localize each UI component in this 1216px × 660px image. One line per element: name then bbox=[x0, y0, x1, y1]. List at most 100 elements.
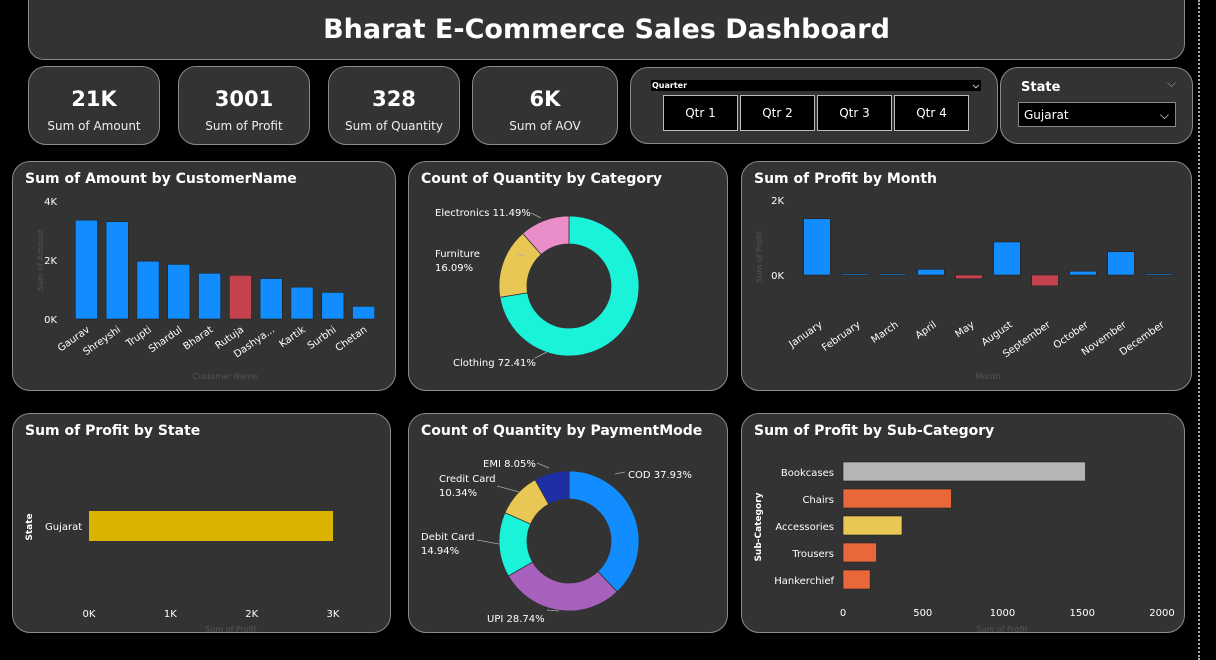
y-axis-title: Sub-Category bbox=[754, 492, 764, 561]
bar bbox=[75, 219, 98, 320]
donut-slice bbox=[568, 470, 640, 593]
bar bbox=[229, 275, 252, 320]
y-tick-label: Trousers bbox=[791, 549, 834, 560]
slice-label: Debit Card bbox=[421, 532, 474, 543]
slice-label: UPI 28.74% bbox=[487, 614, 545, 625]
panel-profit-by-state[interactable]: Sum of Profit by State State Gujarat 0K 1K 2… bbox=[12, 413, 391, 634]
bar bbox=[917, 269, 945, 276]
x-tick-label: 500 bbox=[913, 608, 932, 619]
bar bbox=[1069, 270, 1097, 276]
quarter-button-q3[interactable]: Qtr 3 bbox=[817, 95, 892, 131]
bar bbox=[842, 569, 871, 590]
chart-quantity-by-payment: COD 37.93% UPI 28.74% Debit Card 14.94% Cred… bbox=[421, 459, 692, 625]
y-tick-label: 2K bbox=[771, 196, 784, 207]
x-axis-title: Sum of Profit bbox=[205, 625, 257, 634]
bar bbox=[321, 292, 345, 320]
kpi-value: 3001 bbox=[214, 87, 274, 111]
kpi-card-aov: 6K Sum of AOV bbox=[472, 66, 618, 145]
kpi-label: Sum of Amount bbox=[47, 119, 141, 133]
bar bbox=[352, 306, 375, 320]
x-tick-label: February bbox=[820, 319, 863, 353]
bar bbox=[290, 286, 314, 320]
y-tick-label: Accessories bbox=[775, 522, 834, 533]
chevron-down-icon[interactable]: ⌵ bbox=[1167, 76, 1176, 91]
quarter-slicer: Quarter ⌵ Qtr 1 Qtr 2 Qtr 3 Qtr 4 bbox=[630, 67, 998, 144]
y-axis-title: Sum of Amount bbox=[36, 229, 45, 291]
leader-line bbox=[476, 539, 500, 545]
kpi-value: 6K bbox=[529, 87, 561, 111]
bar bbox=[198, 272, 221, 320]
bar bbox=[842, 461, 1086, 482]
kpi-card-amount: 21K Sum of Amount bbox=[28, 66, 160, 145]
bar bbox=[1145, 273, 1173, 276]
y-axis-title: State bbox=[25, 513, 35, 540]
x-tick-label: April bbox=[914, 319, 939, 341]
panel-profit-by-month[interactable]: Sum of Profit by Month 2K 0K Sum of Profit… bbox=[741, 161, 1192, 391]
chart-profit-by-state: State Gujarat 0K 1K 2K 3K Sum of Profit bbox=[25, 511, 340, 634]
bar bbox=[803, 218, 831, 276]
y-tick-label: 2K bbox=[44, 256, 57, 267]
x-tick-label: Kartik bbox=[278, 324, 308, 350]
chart-profit-by-month: 2K 0K Sum of Profit Month JanuaryFebruary Mar… bbox=[755, 196, 1173, 381]
leader-line bbox=[534, 351, 548, 359]
quarter-button-q4[interactable]: Qtr 4 bbox=[894, 95, 969, 131]
chevron-down-icon: ⌵ bbox=[1159, 108, 1169, 122]
chart-profit-by-subcategory: Sub-Category Bookcases Chairs Accessories Tr… bbox=[754, 461, 1175, 634]
y-tick-label: Hankerchief bbox=[774, 576, 834, 587]
dashboard-title: Bharat E-Commerce Sales Dashboard bbox=[323, 14, 890, 45]
x-tick-label: March bbox=[869, 319, 900, 345]
kpi-card-quantity: 328 Sum of Quantity bbox=[328, 66, 460, 145]
bar bbox=[105, 221, 129, 320]
leader-line bbox=[536, 462, 550, 469]
kpi-label: Sum of Quantity bbox=[345, 119, 443, 133]
x-axis-title: Month bbox=[975, 372, 1000, 381]
state-selected-value: Gujarat bbox=[1024, 108, 1069, 122]
dashboard-header: Bharat E-Commerce Sales Dashboard bbox=[28, 0, 1185, 60]
quarter-button-q2[interactable]: Qtr 2 bbox=[740, 95, 815, 131]
panel-profit-by-subcategory[interactable]: Sum of Profit by Sub-Category Sub-Catego… bbox=[741, 413, 1185, 634]
kpi-label: Sum of AOV bbox=[509, 119, 581, 133]
kpi-card-profit: 3001 Sum of Profit bbox=[178, 66, 310, 145]
bar bbox=[136, 260, 160, 320]
state-slicer: State ⌵ Gujarat ⌵ bbox=[1000, 67, 1193, 144]
page-boundary-divider bbox=[1198, 0, 1200, 660]
x-tick-label: 0 bbox=[840, 608, 846, 619]
x-tick-label: January bbox=[787, 319, 825, 350]
bar bbox=[842, 488, 952, 509]
x-axis-title: Sum of Profit bbox=[976, 625, 1028, 634]
quarter-slicer-header[interactable]: Quarter ⌵ bbox=[651, 80, 981, 91]
panel-quantity-by-category[interactable]: Count of Quantity by Category Clothing 7… bbox=[408, 161, 728, 391]
slice-label: Furniture bbox=[435, 249, 480, 260]
state-dropdown[interactable]: Gujarat ⌵ bbox=[1018, 102, 1176, 127]
x-tick-label: Shardul bbox=[147, 324, 185, 355]
chart-quantity-by-category: Clothing 72.41% Furniture 16.09% Electronic… bbox=[435, 208, 640, 369]
panel-quantity-by-payment[interactable]: Count of Quantity by PaymentMode COD 37.… bbox=[408, 413, 728, 633]
state-slicer-label: State bbox=[1021, 80, 1061, 95]
y-tick-label: Chairs bbox=[802, 495, 834, 506]
chevron-down-icon[interactable]: ⌵ bbox=[973, 80, 979, 91]
leader-line bbox=[614, 471, 626, 475]
kpi-value: 328 bbox=[372, 87, 416, 111]
slice-label: Clothing 72.41% bbox=[453, 358, 536, 369]
slice-label: 10.34% bbox=[439, 488, 477, 499]
bar bbox=[1031, 274, 1059, 287]
y-axis-title: Sum of Profit bbox=[755, 231, 764, 283]
y-tick-label: Bookcases bbox=[781, 468, 834, 479]
bar bbox=[841, 273, 869, 276]
quarter-button-q1[interactable]: Qtr 1 bbox=[663, 95, 738, 131]
panel-amount-by-customer[interactable]: Sum of Amount by CustomerName 0K 2K 4K Sum … bbox=[12, 161, 396, 391]
y-tick-label: 0K bbox=[771, 271, 784, 282]
slice-label: Credit Card bbox=[439, 474, 496, 485]
bar bbox=[955, 274, 983, 280]
slice-label: EMI 8.05% bbox=[483, 459, 536, 470]
bar bbox=[89, 511, 333, 541]
x-tick-label: Chetan bbox=[334, 324, 370, 354]
bar bbox=[842, 542, 877, 563]
bar bbox=[879, 273, 907, 276]
x-tick-label: 1500 bbox=[1070, 608, 1095, 619]
slice-label: COD 37.93% bbox=[628, 470, 692, 481]
y-tick-label: Gujarat bbox=[45, 522, 82, 533]
slice-label: 16.09% bbox=[435, 263, 473, 274]
bar bbox=[1107, 251, 1135, 276]
chart-amount-by-customer: 0K2K4KSum of AmountCustomer NameGauravSh… bbox=[36, 197, 375, 381]
